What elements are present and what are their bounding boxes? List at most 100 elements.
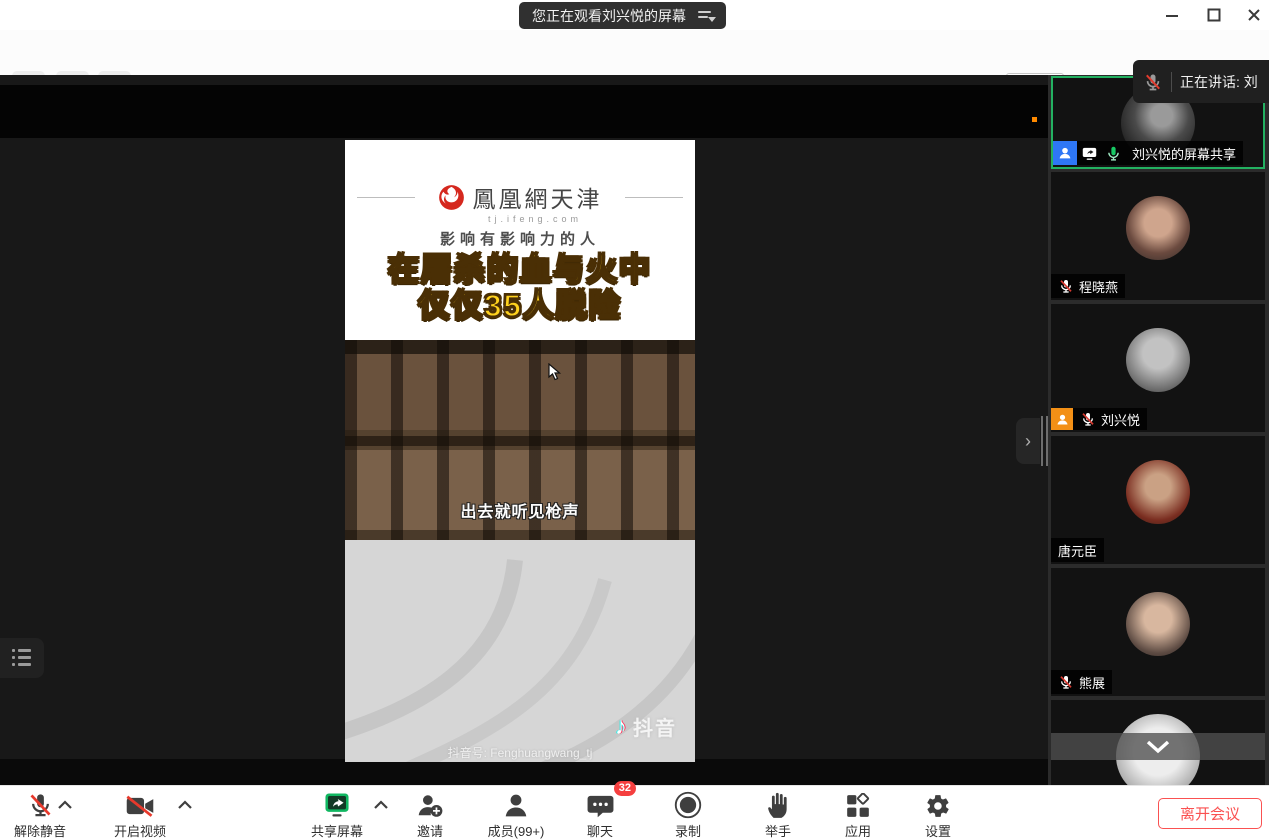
video-options-chevron[interactable]	[177, 798, 193, 812]
sidebar-drag-handle[interactable]	[1041, 416, 1048, 466]
avatar	[1126, 460, 1190, 524]
list-icon	[12, 649, 32, 667]
maximize-icon	[1207, 8, 1221, 22]
brand-name: 鳳凰網天津	[473, 180, 603, 214]
video-headline: 在屠杀的血与火中 仅仅35人脱险	[345, 252, 695, 324]
recording-dot	[1032, 117, 1037, 122]
chat-icon	[587, 793, 614, 819]
members-icon	[503, 792, 529, 819]
brand-url: tj.ifeng.com	[345, 214, 695, 224]
mic-on-icon	[1101, 141, 1125, 165]
mic-muted-icon	[27, 791, 54, 819]
invite-label: 邀请	[406, 821, 454, 840]
avatar	[1126, 328, 1190, 392]
share-screen-label: 共享屏幕	[305, 821, 369, 840]
mic-muted-icon	[1080, 411, 1096, 427]
douyin-label: 抖音	[633, 712, 677, 741]
participant-name: 熊展	[1079, 673, 1105, 692]
participant-tile-partial[interactable]	[1051, 700, 1265, 785]
chat-unread-badge: 32	[614, 781, 636, 796]
headline-line2: 仅仅35人脱险	[345, 288, 695, 324]
chat-label: 聊天	[576, 821, 624, 840]
watching-banner-label: 您正在观看刘兴悦的屏幕	[532, 6, 686, 26]
chat-button[interactable]: 32 聊天	[576, 789, 624, 840]
camera-off-icon	[125, 793, 155, 819]
invite-button[interactable]: 邀请	[406, 789, 454, 840]
host-user-icon	[1051, 408, 1073, 430]
record-label: 录制	[664, 821, 712, 840]
scroll-more-participants[interactable]	[1051, 733, 1265, 760]
close-icon	[1247, 8, 1261, 22]
participant-name: 唐元臣	[1058, 541, 1097, 560]
share-screen-icon	[322, 791, 352, 819]
phoenix-logo-icon	[438, 184, 465, 211]
brand-tagline: 影响有影响力的人	[345, 228, 695, 249]
minimize-button[interactable]	[1158, 5, 1186, 25]
record-icon	[674, 791, 702, 819]
participant-name: 程晓燕	[1079, 277, 1118, 296]
mouse-cursor	[548, 363, 562, 386]
settings-gear-icon	[925, 793, 951, 819]
titlebar: 您正在观看刘兴悦的屏幕	[0, 0, 1269, 30]
raise-hand-button[interactable]: 举手	[754, 789, 802, 840]
main-region: 鳳凰網天津 tj.ifeng.com 影响有影响力的人 在屠杀的血与火中 仅仅3…	[0, 75, 1269, 785]
video-caption: 出去就听见枪声	[345, 498, 695, 522]
watching-banner: 您正在观看刘兴悦的屏幕	[519, 2, 726, 29]
start-video-label: 开启视频	[108, 821, 172, 840]
close-button[interactable]	[1240, 5, 1268, 25]
unmute-button[interactable]: 解除静音	[8, 789, 72, 840]
settings-button[interactable]: 设置	[914, 789, 962, 840]
mic-muted-icon	[1143, 72, 1163, 92]
meeting-window: 您正在观看刘兴悦的屏幕	[0, 0, 1269, 840]
leave-meeting-button[interactable]: 离开会议	[1158, 798, 1262, 829]
apps-label: 应用	[834, 821, 882, 840]
raise-hand-label: 举手	[754, 821, 802, 840]
participant-tile[interactable]: 刘兴悦	[1051, 304, 1265, 432]
statusbar: 06:35 演 正在讲话: 刘	[0, 30, 1269, 75]
pinned-user-icon	[1053, 141, 1077, 165]
avatar	[1126, 592, 1190, 656]
settings-label: 设置	[914, 821, 962, 840]
participant-tile[interactable]: 熊展	[1051, 568, 1265, 696]
douyin-account: 抖音号: Fenghuangwang_tj	[345, 744, 695, 761]
start-video-button[interactable]: 开启视频	[108, 789, 172, 840]
mic-muted-icon	[1058, 674, 1074, 690]
speaking-indicator-overlay: 正在讲话: 刘	[1133, 60, 1269, 103]
members-button[interactable]: 成员(99+)	[482, 789, 550, 840]
raise-hand-icon	[766, 791, 790, 819]
participant-tile[interactable]: 程晓燕	[1051, 172, 1265, 300]
video-outro-section: ♪ 抖音 抖音号: Fenghuangwang_tj	[345, 540, 695, 762]
avatar	[1126, 196, 1190, 260]
mic-muted-icon	[1058, 278, 1074, 294]
participants-sidebar: 刘兴悦的屏幕共享 程晓燕	[1048, 75, 1269, 785]
participant-tile[interactable]: 唐元臣	[1051, 436, 1265, 564]
maximize-button[interactable]	[1200, 5, 1228, 25]
apps-button[interactable]: 应用	[834, 789, 882, 840]
shared-screen-area: 鳳凰網天津 tj.ifeng.com 影响有影响力的人 在屠杀的血与火中 仅仅3…	[0, 75, 1048, 785]
minimize-icon	[1165, 8, 1179, 22]
members-label: 成员(99+)	[482, 821, 550, 840]
invite-icon	[416, 792, 444, 819]
audio-options-chevron[interactable]	[57, 798, 73, 812]
letterbox-bottom	[0, 759, 1048, 785]
bottom-toolbar: 解除静音 开启视频 共享屏幕 邀请 成员(99+)	[0, 785, 1269, 840]
chevron-down-icon	[1145, 740, 1171, 754]
share-screen-button[interactable]: 共享屏幕	[305, 789, 369, 840]
side-panel-toggle[interactable]	[0, 638, 44, 678]
speaking-indicator-label: 正在讲话: 刘	[1180, 72, 1258, 92]
headline-line1: 在屠杀的血与火中	[345, 252, 695, 288]
unmute-label: 解除静音	[8, 821, 72, 840]
divider	[1171, 72, 1172, 92]
participant-name: 刘兴悦	[1101, 410, 1140, 429]
share-options-chevron[interactable]	[373, 798, 389, 812]
letterbox-top	[0, 85, 1048, 138]
sidebar-collapse-button[interactable]: ›	[1016, 418, 1040, 464]
douyin-logo-icon: ♪	[615, 713, 627, 741]
shared-video-content: 鳳凰網天津 tj.ifeng.com 影响有影响力的人 在屠杀的血与火中 仅仅3…	[345, 140, 695, 762]
screen-share-icon	[1077, 141, 1101, 165]
record-button[interactable]: 录制	[664, 789, 712, 840]
participant-name: 刘兴悦的屏幕共享	[1125, 141, 1243, 165]
banner-menu-icon[interactable]	[696, 8, 716, 24]
photo-wall-scene: 出去就听见枪声	[345, 340, 695, 540]
apps-icon	[845, 793, 871, 819]
